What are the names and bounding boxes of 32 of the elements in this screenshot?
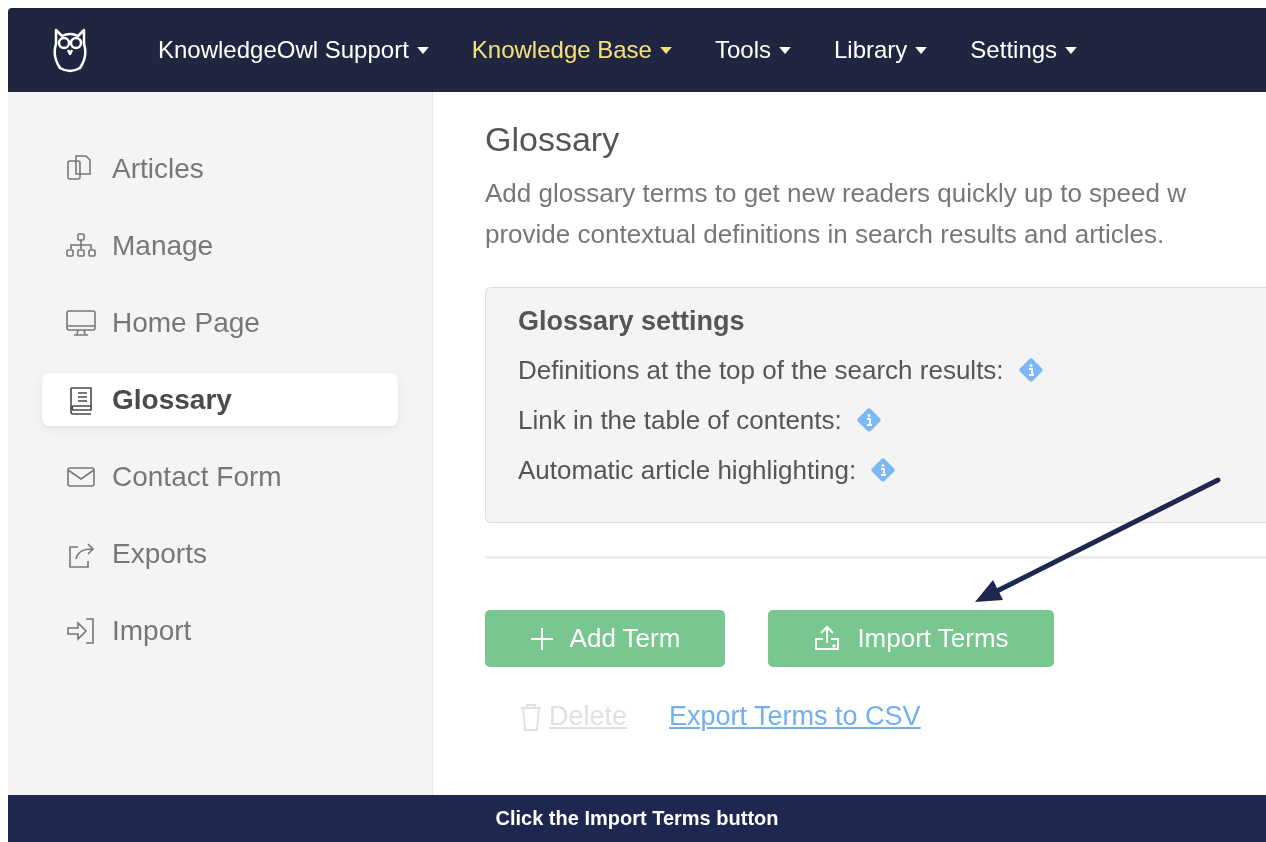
nav-menu-item[interactable]: Tools	[714, 36, 791, 64]
page-title: Glossary	[485, 120, 621, 159]
settings-title: Glossary settings	[518, 306, 746, 337]
caret-icon	[1065, 46, 1078, 54]
sidebar-item[interactable]: Glossary	[42, 373, 398, 426]
description-text: provide contextual definitions in search results and articles.	[485, 218, 1166, 251]
action-button[interactable]: Add Term	[485, 610, 725, 667]
sidebar-item[interactable]: Exports	[42, 527, 398, 580]
setting-label: Definitions at the top of the search results:	[518, 354, 1004, 386]
caret-icon	[915, 46, 928, 54]
nav-menu-item[interactable]: Library	[834, 36, 928, 64]
sidebar-item[interactable]: Articles	[42, 142, 398, 195]
text-link[interactable]: Export Terms to CSV	[669, 701, 921, 732]
setting-label: Link in the table of contents:	[518, 404, 842, 436]
nav-menu-item[interactable]: Settings	[970, 36, 1078, 64]
sidebar-item[interactable]: Manage	[42, 219, 398, 272]
nav-menu-item[interactable]: Knowledge Base	[471, 36, 672, 64]
owl-logo-icon[interactable]	[50, 26, 90, 74]
setting-label: Automatic article highlighting:	[518, 454, 857, 486]
sidebar-item[interactable]: Import	[42, 604, 398, 657]
upload-icon	[813, 624, 842, 653]
sidebar-item[interactable]: Home Page	[42, 296, 398, 349]
caret-icon	[659, 46, 672, 54]
action-button[interactable]: Import Terms	[768, 610, 1054, 667]
trash-icon	[519, 701, 543, 732]
caret-icon	[779, 46, 791, 54]
sidebar-item[interactable]: Contact Form	[42, 450, 398, 503]
caret-icon	[416, 46, 429, 54]
description-text: Add glossary terms to get new readers quickly up to speed w	[485, 177, 1187, 210]
caption-text: Click the Import Terms button	[495, 807, 779, 830]
plus-icon	[529, 626, 554, 651]
nav-menu-item[interactable]: KnowledgeOwl Support	[158, 36, 429, 64]
